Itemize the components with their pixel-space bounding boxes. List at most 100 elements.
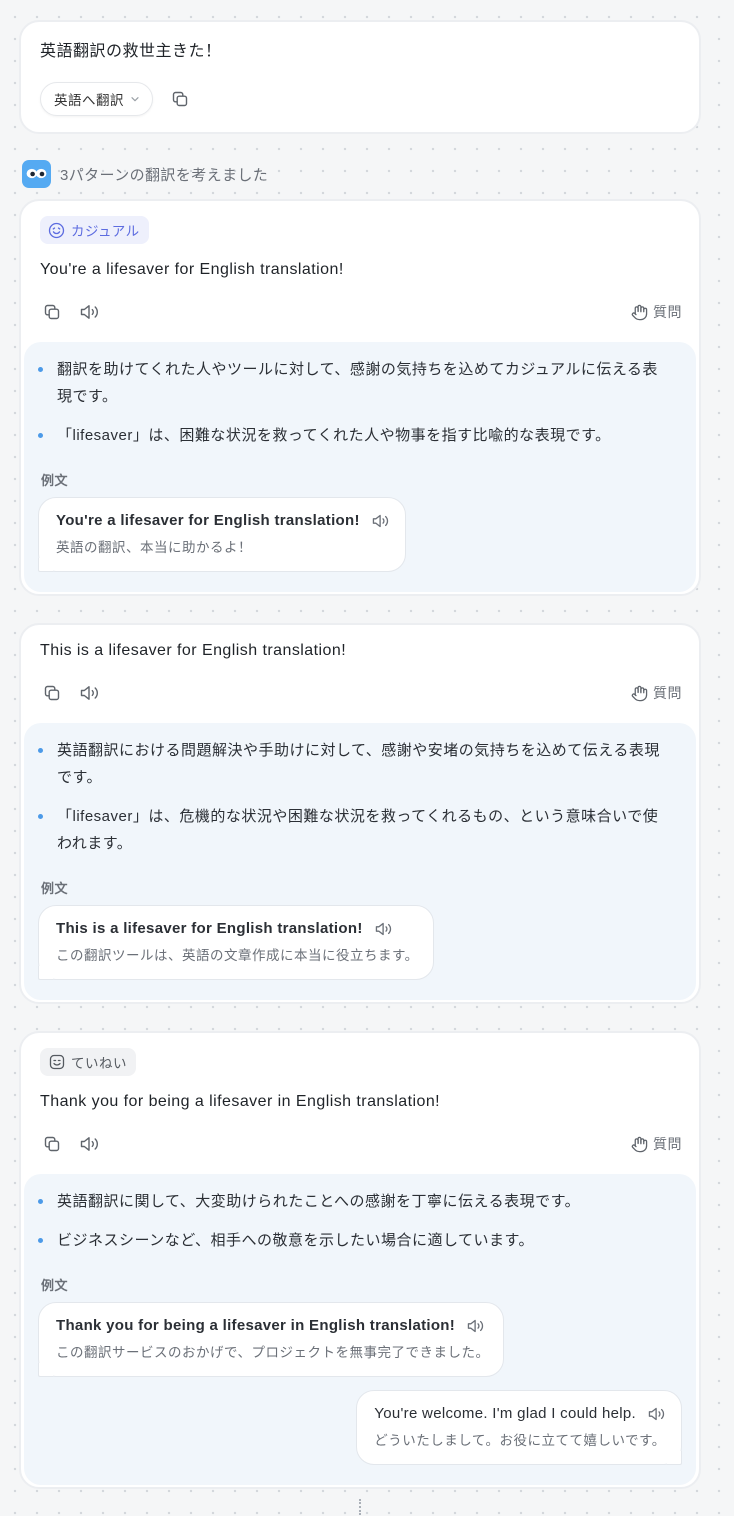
example-sentence-row: This is a lifesaver for English translat… — [56, 918, 419, 940]
play-example-audio-button[interactable] — [374, 921, 394, 937]
example-sentence: Thank you for being a lifesaver in Engli… — [56, 1317, 456, 1334]
explanation-note: 「lifesaver」は、困難な状況を救ってくれた人や物事を指す比喩的な表現です… — [38, 422, 669, 449]
example-label: 例文 — [41, 881, 69, 896]
translation-card-casual: カジュアル You're a lifesaver for English tra… — [19, 199, 701, 596]
assistant-summary: 3パターンの翻訳を考えました — [60, 166, 269, 184]
explanation-panel: 翻訳を助けてくれた人やツールに対して、感謝の気持ちを込めてカジュアルに伝える表現… — [24, 342, 696, 592]
user-message-card: 英語翻訳の救世主きた！ 英語へ翻訳 — [19, 20, 701, 134]
explanation-notes: 英語翻訳における問題解決や手助けに対して、感謝や安堵の気持ちを込めて伝える表現で… — [38, 737, 669, 857]
translation-text: This is a lifesaver for English translat… — [40, 642, 347, 659]
user-message-text: 英語翻訳の救世主きた！ — [40, 43, 222, 60]
ask-question-button[interactable]: 質問 — [631, 1134, 682, 1154]
chat-thread: 英語翻訳の救世主きた！ 英語へ翻訳 3パターンの翻訳を考えました カジュアル Y… — [19, 20, 701, 1489]
play-translation-audio-button[interactable] — [76, 1130, 104, 1158]
example-reply-translation: どういたしまして。お役に立てて嬉しいです。 — [374, 1433, 666, 1448]
copy-icon — [172, 91, 188, 107]
copy-translation-button[interactable] — [38, 1130, 66, 1158]
speaker-icon — [375, 922, 391, 936]
example-sentence-row: You're a lifesaver for English translati… — [56, 510, 391, 532]
explanation-note: 英語翻訳における問題解決や手助けに対して、感謝や安堵の気持ちを込めて伝える表現で… — [38, 737, 669, 791]
play-translation-audio-button[interactable] — [76, 298, 104, 326]
speaker-icon — [80, 1137, 98, 1151]
hand-icon — [631, 685, 648, 702]
translation-action-group — [38, 679, 104, 707]
play-example-audio-button[interactable] — [371, 513, 391, 529]
speaker-icon — [372, 514, 388, 528]
example-translation: 英語の翻訳、本当に助かるよ！ — [56, 540, 252, 555]
tone-badge-label: ていねい — [71, 1056, 127, 1071]
copy-icon — [44, 304, 60, 320]
translation-text: Thank you for being a lifesaver in Engli… — [40, 1093, 441, 1110]
example-reply-bubble: You're welcome. I'm glad I could help. ど… — [356, 1390, 682, 1465]
translation-card-header: This is a lifesaver for English translat… — [21, 625, 699, 707]
ask-question-button[interactable]: 質問 — [631, 302, 682, 322]
example-bubble: You're a lifesaver for English translati… — [38, 497, 406, 572]
play-reply-audio-button[interactable] — [647, 1406, 667, 1422]
copy-icon — [44, 685, 60, 701]
example-reply-sentence-row: You're welcome. I'm glad I could help. — [374, 1403, 667, 1425]
translation-actions: 質問 — [38, 679, 682, 707]
play-example-audio-button[interactable] — [466, 1318, 486, 1334]
example-label: 例文 — [41, 473, 69, 488]
ask-question-label: 質問 — [653, 304, 682, 320]
speaker-icon — [80, 305, 98, 319]
explanation-note: 英語翻訳に関して、大変助けられたことへの感謝を丁寧に伝える表現です。 — [38, 1188, 669, 1215]
example-translation: この翻訳ツールは、英語の文章作成に本当に役立ちます。 — [56, 948, 419, 963]
assistant-avatar-icon — [22, 160, 51, 188]
assistant-avatar — [22, 160, 51, 188]
translation-action-group — [38, 298, 104, 326]
example-bubble: Thank you for being a lifesaver in Engli… — [38, 1302, 505, 1377]
translate-mode-label: 英語へ翻訳 — [54, 93, 124, 108]
example-bubble: This is a lifesaver for English translat… — [38, 905, 434, 980]
hand-icon — [631, 1136, 648, 1153]
ask-question-label: 質問 — [653, 685, 682, 701]
translation-actions: 質問 — [38, 298, 682, 326]
explanation-panel: 英語翻訳に関して、大変助けられたことへの感謝を丁寧に伝える表現です。 ビジネスシ… — [24, 1174, 696, 1485]
user-message-toolbar: 英語へ翻訳 — [40, 82, 680, 116]
translation-card-standard: This is a lifesaver for English translat… — [19, 623, 701, 1004]
tone-badge-casual: カジュアル — [40, 216, 149, 244]
chevron-down-icon — [130, 94, 140, 104]
translation-text: You're a lifesaver for English translati… — [40, 261, 344, 278]
assistant-header: 3パターンの翻訳を考えました — [19, 160, 701, 188]
ask-question-label: 質問 — [653, 1136, 682, 1152]
tone-badge-label: カジュアル — [71, 224, 140, 239]
translation-actions: 質問 — [38, 1130, 682, 1158]
polite-face-icon — [49, 1054, 65, 1070]
translation-card-header: ていねい Thank you for being a lifesaver in … — [21, 1033, 699, 1158]
translation-action-group — [38, 1130, 104, 1158]
example-reply-sentence: You're welcome. I'm glad I could help. — [374, 1405, 636, 1422]
hand-icon — [631, 304, 648, 321]
explanation-note: ビジネスシーンなど、相手への敬意を示したい場合に適しています。 — [38, 1227, 669, 1254]
resize-handle[interactable] — [359, 1499, 361, 1515]
copy-icon — [44, 1136, 60, 1152]
copy-translation-button[interactable] — [38, 679, 66, 707]
speaker-icon — [467, 1319, 484, 1333]
example-row: You're a lifesaver for English translati… — [38, 497, 682, 572]
translate-mode-dropdown[interactable]: 英語へ翻訳 — [40, 82, 153, 116]
explanation-note: 翻訳を助けてくれた人やツールに対して、感謝の気持ちを込めてカジュアルに伝える表現… — [38, 356, 669, 410]
example-label: 例文 — [41, 1278, 69, 1293]
translation-chat-page: { "user_message": { "text": "英語翻訳の救世主きた！… — [0, 0, 734, 1516]
explanation-note: 「lifesaver」は、危機的な状況や困難な状況を救ってくれるもの、という意味… — [38, 803, 669, 857]
example-sentence-row: Thank you for being a lifesaver in Engli… — [56, 1315, 489, 1337]
speaker-icon — [80, 686, 98, 700]
copy-translation-button[interactable] — [38, 298, 66, 326]
example-sentence: This is a lifesaver for English translat… — [56, 920, 363, 937]
smiley-icon — [48, 222, 65, 239]
tone-badge-polite: ていねい — [40, 1048, 136, 1076]
translation-card-polite: ていねい Thank you for being a lifesaver in … — [19, 1031, 701, 1489]
speaker-icon — [648, 1407, 665, 1421]
explanation-notes: 英語翻訳に関して、大変助けられたことへの感謝を丁寧に伝える表現です。 ビジネスシ… — [38, 1188, 669, 1254]
example-translation: この翻訳サービスのおかげで、プロジェクトを無事完了できました。 — [56, 1345, 490, 1360]
explanation-panel: 英語翻訳における問題解決や手助けに対して、感謝や安堵の気持ちを込めて伝える表現で… — [24, 723, 696, 1000]
ask-question-button[interactable]: 質問 — [631, 683, 682, 703]
play-translation-audio-button[interactable] — [76, 679, 104, 707]
copy-message-button[interactable] — [166, 85, 194, 113]
explanation-notes: 翻訳を助けてくれた人やツールに対して、感謝の気持ちを込めてカジュアルに伝える表現… — [38, 356, 669, 449]
translation-card-header: カジュアル You're a lifesaver for English tra… — [21, 201, 699, 326]
example-sentence: You're a lifesaver for English translati… — [56, 512, 360, 529]
example-row: This is a lifesaver for English translat… — [38, 905, 682, 980]
example-row: Thank you for being a lifesaver in Engli… — [38, 1302, 682, 1377]
example-reply-row: You're welcome. I'm glad I could help. ど… — [38, 1390, 682, 1465]
